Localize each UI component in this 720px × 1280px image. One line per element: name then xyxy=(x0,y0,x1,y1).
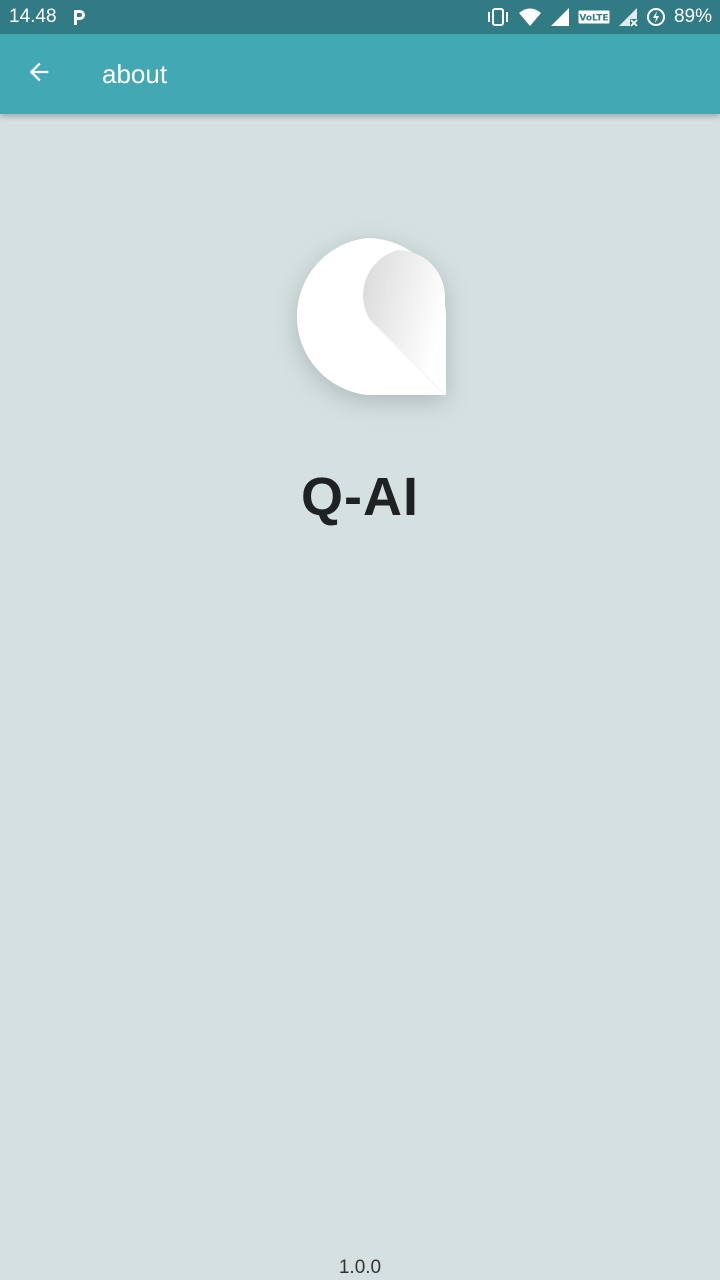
back-button[interactable] xyxy=(0,34,78,114)
arrow-left-icon xyxy=(25,58,53,91)
q-ai-logo xyxy=(288,238,446,396)
signal-icon xyxy=(550,7,570,27)
status-bar: 14.48 VoLTE 89% xyxy=(0,0,720,34)
status-time: 14.48 xyxy=(9,6,57,27)
status-left: 14.48 xyxy=(9,6,87,28)
svg-text:VoLTE: VoLTE xyxy=(579,14,608,24)
app-bar: about xyxy=(0,34,720,114)
vibrate-icon xyxy=(486,7,510,27)
logo-shape xyxy=(288,238,446,396)
volte-icon: VoLTE xyxy=(578,9,610,25)
status-right: VoLTE 89% xyxy=(486,6,712,28)
data-saver-icon xyxy=(646,7,666,27)
wifi-icon xyxy=(518,7,542,27)
battery-level: 89% xyxy=(673,6,712,27)
app-name: Q-AI xyxy=(301,467,419,527)
page-title: about xyxy=(102,58,168,89)
signal-no-sim-icon xyxy=(618,7,638,27)
parking-p-icon xyxy=(71,8,87,26)
version-text: 1.0.0 xyxy=(338,1257,382,1278)
